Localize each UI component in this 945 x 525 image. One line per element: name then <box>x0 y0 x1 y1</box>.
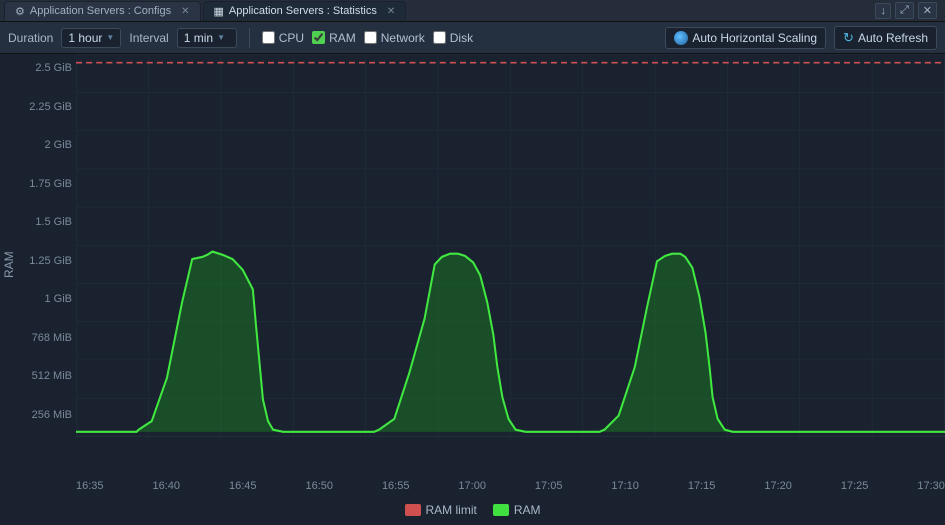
x-tick-3: 16:50 <box>305 480 333 492</box>
auto-horiz-label: Auto Horizontal Scaling <box>692 31 817 45</box>
cpu-label: CPU <box>279 31 304 45</box>
separator-1 <box>249 28 250 48</box>
cpu-checkbox-group[interactable]: CPU <box>262 31 304 45</box>
y-tick-5: 1.25 GiB <box>18 255 72 267</box>
interval-dropdown[interactable]: 1 min ▼ <box>177 28 237 48</box>
legend-ram-color <box>493 504 509 516</box>
legend-ram-label: RAM <box>514 503 541 517</box>
tab-configs-label: Application Servers : Configs <box>30 5 171 17</box>
y-tick-1: 2.25 GiB <box>18 101 72 113</box>
x-tick-6: 17:05 <box>535 480 563 492</box>
y-tick-8: 512 MiB <box>18 370 72 382</box>
chart-main: RAM 2.5 GiB 2.25 GiB 2 GiB 1.75 GiB 1.5 … <box>0 54 945 475</box>
legend-ram-limit-label: RAM limit <box>426 503 477 517</box>
cpu-checkbox[interactable] <box>262 31 275 44</box>
tab-bar-left: ⚙ Application Servers : Configs ✕ ▦ Appl… <box>4 1 408 21</box>
y-axis: 2.5 GiB 2.25 GiB 2 GiB 1.75 GiB 1.5 GiB … <box>18 54 76 475</box>
duration-value: 1 hour <box>68 31 102 45</box>
statistics-icon: ▦ <box>214 5 224 18</box>
interval-label: Interval <box>129 31 168 45</box>
configs-icon: ⚙ <box>15 5 25 18</box>
download-button[interactable]: ↓ <box>875 3 891 19</box>
disk-label: Disk <box>450 31 473 45</box>
legend: RAM limit RAM <box>0 497 945 525</box>
y-tick-0: 2.5 GiB <box>18 62 72 74</box>
disk-checkbox-group[interactable]: Disk <box>433 31 473 45</box>
interval-value: 1 min <box>184 31 213 45</box>
network-checkbox-group[interactable]: Network <box>364 31 425 45</box>
ram-checkbox[interactable] <box>312 31 325 44</box>
x-tick-10: 17:25 <box>841 480 869 492</box>
expand-button[interactable]: ⤢ <box>895 2 914 19</box>
network-checkbox[interactable] <box>364 31 377 44</box>
plot-area <box>76 54 945 475</box>
ram-label: RAM <box>329 31 356 45</box>
x-tick-7: 17:10 <box>611 480 639 492</box>
auto-horiz-icon <box>674 31 688 45</box>
auto-refresh-label: Auto Refresh <box>858 31 928 45</box>
tab-configs-close[interactable]: ✕ <box>181 6 189 17</box>
tab-statistics-label: Application Servers : Statistics <box>229 5 377 17</box>
chart-container: RAM 2.5 GiB 2.25 GiB 2 GiB 1.75 GiB 1.5 … <box>0 54 945 525</box>
duration-label: Duration <box>8 31 53 45</box>
tab-configs[interactable]: ⚙ Application Servers : Configs ✕ <box>4 1 201 21</box>
x-tick-4: 16:55 <box>382 480 410 492</box>
tab-bar: ⚙ Application Servers : Configs ✕ ▦ Appl… <box>0 0 945 22</box>
x-tick-11: 17:30 <box>917 480 945 492</box>
duration-arrow-icon: ▼ <box>106 33 114 42</box>
duration-dropdown[interactable]: 1 hour ▼ <box>61 28 121 48</box>
y-tick-3: 1.75 GiB <box>18 178 72 190</box>
tab-statistics[interactable]: ▦ Application Servers : Statistics ✕ <box>203 1 407 21</box>
y-axis-label: RAM <box>0 54 18 475</box>
x-tick-9: 17:20 <box>764 480 792 492</box>
ram-checkbox-group[interactable]: RAM <box>312 31 356 45</box>
y-tick-4: 1.5 GiB <box>18 216 72 228</box>
disk-checkbox[interactable] <box>433 31 446 44</box>
close-window-button[interactable]: ✕ <box>918 2 937 19</box>
auto-refresh-button[interactable]: ↻ Auto Refresh <box>834 26 937 50</box>
y-tick-6: 1 GiB <box>18 293 72 305</box>
x-tick-1: 16:40 <box>152 480 180 492</box>
tab-bar-actions: ↓ ⤢ ✕ <box>875 2 941 19</box>
x-axis: 16:35 16:40 16:45 16:50 16:55 17:00 17:0… <box>0 475 945 497</box>
y-tick-9: 256 MiB <box>18 409 72 421</box>
interval-arrow-icon: ▼ <box>217 33 225 42</box>
tab-statistics-close[interactable]: ✕ <box>387 6 395 17</box>
x-tick-5: 17:00 <box>458 480 486 492</box>
refresh-icon: ↻ <box>843 30 854 46</box>
network-label: Network <box>381 31 425 45</box>
x-tick-0: 16:35 <box>76 480 104 492</box>
auto-horizontal-scaling-button[interactable]: Auto Horizontal Scaling <box>665 27 826 49</box>
x-tick-8: 17:15 <box>688 480 716 492</box>
y-tick-2: 2 GiB <box>18 139 72 151</box>
toolbar: Duration 1 hour ▼ Interval 1 min ▼ CPU R… <box>0 22 945 54</box>
y-tick-7: 768 MiB <box>18 332 72 344</box>
chart-svg <box>76 54 945 475</box>
legend-ram: RAM <box>493 503 541 517</box>
legend-ram-limit: RAM limit <box>405 503 477 517</box>
legend-ram-limit-color <box>405 504 421 516</box>
x-tick-2: 16:45 <box>229 480 257 492</box>
